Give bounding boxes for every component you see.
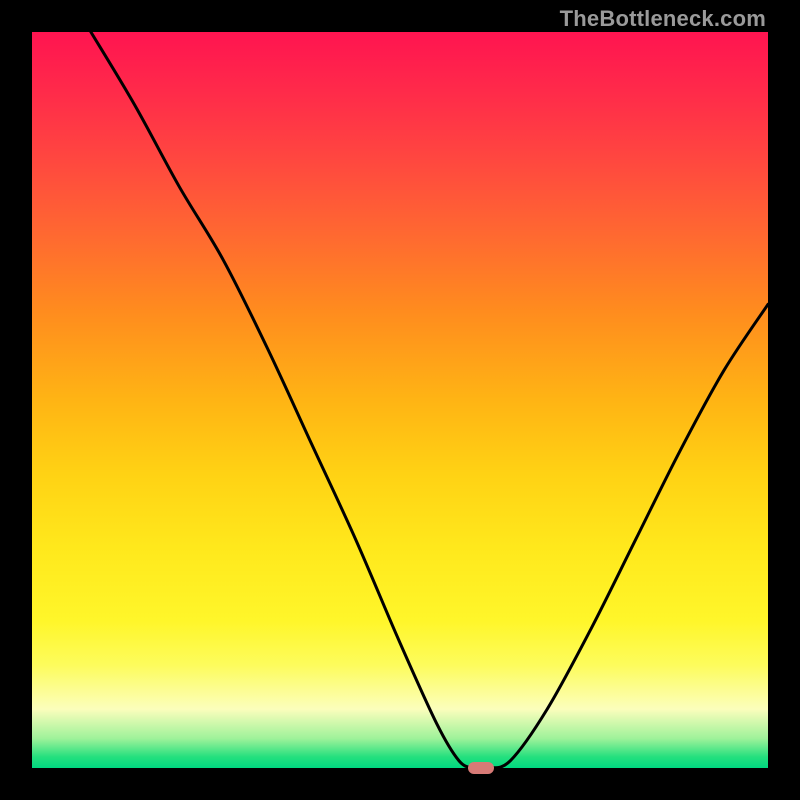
optimal-point-marker bbox=[468, 762, 494, 774]
watermark-text: TheBottleneck.com bbox=[560, 6, 766, 32]
chart-frame: TheBottleneck.com bbox=[0, 0, 800, 800]
bottleneck-curve bbox=[32, 32, 768, 768]
plot-area bbox=[32, 32, 768, 768]
